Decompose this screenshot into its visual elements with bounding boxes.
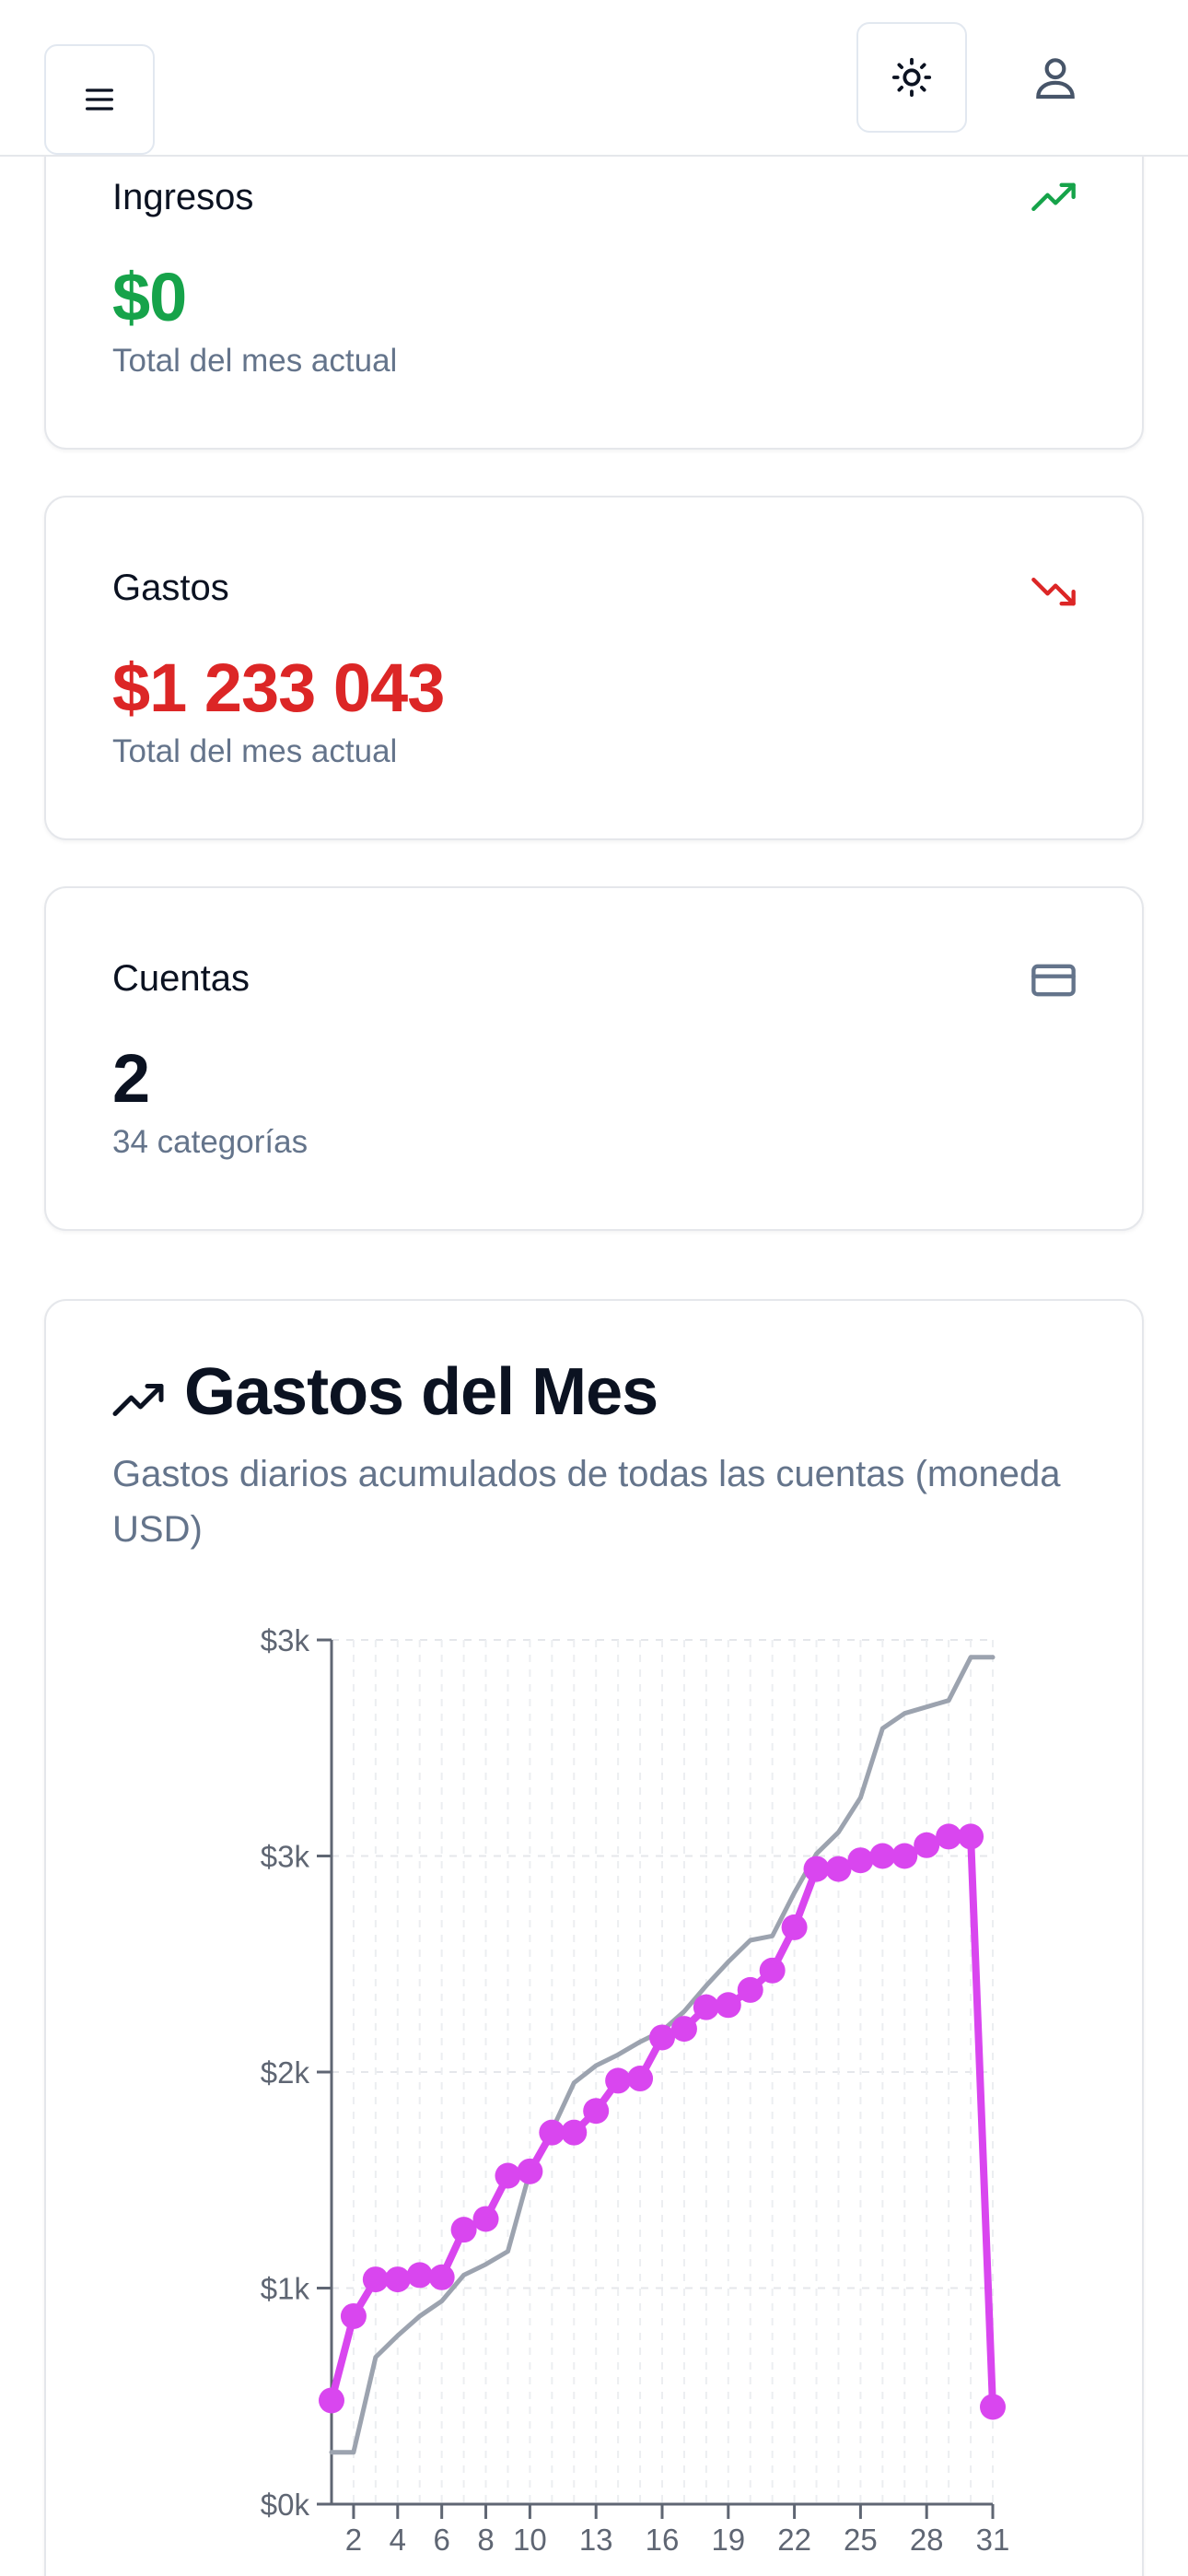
chart-description: Gastos diarios acumulados de todas las c…: [112, 1454, 1061, 1550]
y-tick-label: $2k: [261, 2055, 310, 2090]
income-value: $0: [112, 259, 187, 335]
data-point: [891, 1843, 918, 1869]
trending-up-icon: [112, 1384, 164, 1416]
top-bar: [0, 0, 1188, 157]
x-tick-label: 8: [477, 2523, 494, 2557]
expenses-value: $1 233 043: [112, 650, 445, 726]
x-tick-label: 10: [513, 2523, 547, 2557]
y-tick-label: $1k: [261, 2272, 310, 2306]
expenses-line-chart: $0k $1k $2k $3k $3k 2 4 6 8 10 13 16 19 22 25 28 31: [261, 1623, 1010, 2557]
data-point: [936, 1823, 962, 1850]
data-point: [958, 1823, 984, 1850]
x-tick-label: 6: [433, 2523, 449, 2557]
data-point: [406, 2262, 433, 2289]
data-point: [847, 1847, 874, 1874]
data-point: [737, 1976, 763, 2003]
data-point: [627, 2066, 654, 2092]
data-point: [715, 1992, 741, 2019]
accounts-value: 2: [112, 1040, 150, 1117]
data-point: [781, 1914, 808, 1940]
card-title: Cuentas: [112, 958, 250, 999]
sun-icon: [891, 57, 932, 98]
data-point: [495, 2162, 521, 2189]
x-tick-label: 19: [711, 2523, 745, 2557]
card-subtitle: Total del mes actual: [112, 733, 398, 769]
data-point: [319, 2387, 344, 2414]
x-tick-label: 16: [646, 2523, 680, 2557]
x-tick-label: 31: [976, 2523, 1010, 2557]
income-card: Ingresos $0 Total del mes actual: [44, 120, 1144, 450]
chart-grid: [331, 1639, 994, 2505]
trending-up-icon: [1031, 182, 1076, 211]
expenses-card: Gastos $1 233 043 Total del mes actual: [44, 496, 1144, 840]
user-button[interactable]: [1000, 22, 1111, 133]
y-tick-label: $3k: [261, 1840, 310, 1874]
data-point: [649, 2024, 675, 2051]
trending-down-icon: [1031, 578, 1076, 606]
data-point: [914, 1832, 940, 1858]
data-point: [362, 2266, 389, 2293]
data-point: [605, 2067, 632, 2094]
card-subtitle: Total del mes actual: [112, 343, 398, 379]
credit-card-icon: [1031, 964, 1076, 997]
card-subtitle: 34 categorías: [112, 1124, 309, 1160]
data-point: [869, 1843, 896, 1869]
data-point: [340, 2302, 367, 2329]
data-point: [670, 2016, 697, 2043]
data-point: [980, 2394, 1006, 2420]
y-tick-label: $0k: [261, 2488, 310, 2522]
accounts-card: Cuentas 2 34 categorías: [44, 886, 1144, 1231]
card-title: Ingresos: [112, 177, 254, 217]
data-point: [450, 2217, 477, 2243]
data-point: [539, 2119, 565, 2146]
x-tick-label: 2: [345, 2523, 362, 2557]
theme-toggle-button[interactable]: [856, 22, 967, 133]
user-icon: [1036, 58, 1075, 100]
x-tick-label: 28: [910, 2523, 944, 2557]
y-tick-label: $3k: [261, 1623, 310, 1657]
data-point: [825, 1856, 852, 1882]
x-tick-label: 4: [390, 2523, 406, 2557]
chart-title: Gastos del Mes: [184, 1355, 658, 1429]
data-point: [472, 2206, 499, 2232]
data-point: [561, 2119, 588, 2146]
data-point: [759, 1957, 786, 1984]
menu-icon: [86, 88, 114, 111]
card-title: Gastos: [112, 568, 229, 608]
menu-button[interactable]: [44, 44, 155, 155]
data-point: [384, 2266, 411, 2293]
data-point: [693, 1994, 719, 2020]
data-point: [803, 1856, 830, 1882]
data-point: [583, 2098, 610, 2125]
data-point: [517, 2158, 543, 2184]
x-tick-label: 25: [844, 2523, 878, 2557]
data-point: [428, 2264, 455, 2290]
x-tick-label: 22: [777, 2523, 811, 2557]
x-tick-label: 13: [579, 2523, 613, 2557]
